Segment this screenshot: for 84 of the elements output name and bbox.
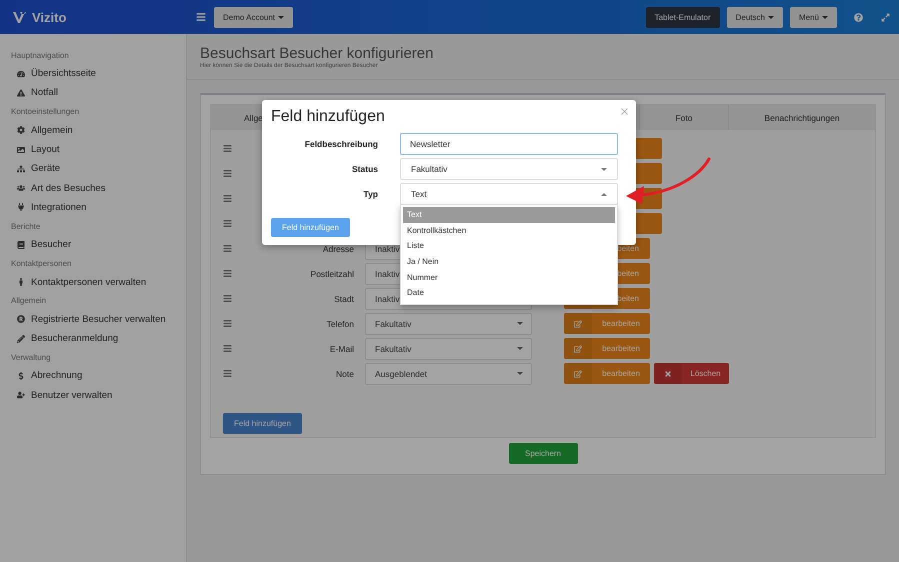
pencil-icon <box>17 334 25 343</box>
input-field[interactable]: Newsletter <box>400 133 618 155</box>
page-title: Besuchsart Besucher konfigurieren <box>200 45 434 62</box>
drag-handle-icon[interactable] <box>223 294 232 303</box>
warning-icon <box>17 88 25 97</box>
sidebar-item[interactable]: Besucheranmeldung <box>0 328 186 348</box>
drag-handle-icon[interactable] <box>223 269 232 278</box>
menu-icon[interactable] <box>196 12 206 22</box>
drag-handle-icon[interactable] <box>223 244 232 253</box>
registered-icon <box>17 315 25 324</box>
drag-handle-icon[interactable] <box>223 194 232 203</box>
users-icon <box>17 184 25 192</box>
settings-icon <box>17 126 25 134</box>
drag-handle-icon[interactable] <box>223 319 232 328</box>
logo-text: Vizito <box>32 10 66 24</box>
sidebar-item[interactable]: Abrechnung <box>0 366 186 386</box>
fullscreen-icon[interactable] <box>881 12 890 22</box>
sidebar-item[interactable]: Benutzer verwalten <box>0 386 186 405</box>
sidebar-heading: Kontoeinstellungen <box>10 106 80 118</box>
select-field[interactable]: Fakultativ <box>400 158 618 180</box>
image-icon <box>17 146 25 154</box>
caret-icon <box>278 16 284 18</box>
account-dropdown[interactable]: Demo Account <box>214 6 294 28</box>
delete-button[interactable]: Löschen <box>654 363 729 384</box>
status-select[interactable]: Ausgeblendet <box>365 362 532 384</box>
status-select[interactable]: Fakultativ <box>365 312 532 334</box>
status-select[interactable]: Fakultativ <box>365 338 532 360</box>
field-label: Telefon <box>326 318 354 328</box>
sidebar-heading: Verwaltung <box>10 352 52 364</box>
dollar-icon <box>17 372 25 380</box>
dropdown-option[interactable]: Liste <box>403 238 615 254</box>
caret-icon <box>768 16 774 18</box>
sitemap-icon <box>17 164 25 173</box>
field-label: Postleitzahl <box>310 268 354 278</box>
dropdown-option[interactable]: Date <box>403 284 615 301</box>
field-label: Adresse <box>322 244 354 254</box>
column-header[interactable]: Benachrichtigungen <box>728 105 875 130</box>
drag-handle-icon[interactable] <box>223 344 232 353</box>
column-header[interactable]: Foto <box>639 105 728 130</box>
sidebar-item[interactable]: Registrierte Besucher verwalten <box>0 310 186 329</box>
drag-handle-icon[interactable] <box>223 219 232 228</box>
logo-icon <box>12 10 27 24</box>
sidebar-heading: Hauptnavigation <box>10 50 70 62</box>
field-label: Note <box>335 368 354 378</box>
sidebar-item[interactable]: Integrationen <box>0 198 186 218</box>
form-label: Status <box>351 164 378 174</box>
book-icon <box>17 240 25 249</box>
field-label: E-Mail <box>328 344 354 354</box>
caret-icon <box>601 192 607 196</box>
drag-handle-icon[interactable] <box>223 369 232 378</box>
dropdown-option[interactable]: Ja / Nein <box>403 254 615 270</box>
emulator-button[interactable]: Tablet-Emulator <box>646 6 720 28</box>
sidebar-item[interactable]: Geräte <box>0 159 186 178</box>
sidebar-item[interactable]: Besucher <box>0 235 186 254</box>
person-icon <box>17 278 25 286</box>
field-label: Stadt <box>333 294 354 304</box>
plug-icon <box>17 203 25 212</box>
dialog-title: Feld hinzufügen <box>271 108 385 126</box>
dropdown-option[interactable]: Nummer <box>403 269 615 285</box>
form-label: Typ <box>362 189 378 199</box>
sidebar-item[interactable]: Art des Besuches <box>0 178 186 198</box>
sidebar-item[interactable]: Layout <box>0 140 186 160</box>
add-user-icon <box>17 391 25 400</box>
sidebar-heading: Kontaktpersonen <box>10 258 72 270</box>
form-label: Feldbeschreibung <box>304 139 378 149</box>
dropdown-option[interactable]: Kontrollkästchen <box>403 222 615 238</box>
dropdown-button[interactable]: Menü <box>790 6 837 28</box>
sidebar-heading: Allgemein <box>10 295 48 308</box>
close-icon[interactable] <box>619 106 630 117</box>
caret-icon <box>601 168 607 170</box>
help-icon[interactable] <box>854 12 863 22</box>
caret-icon <box>517 372 523 375</box>
drag-handle-icon[interactable] <box>223 144 232 153</box>
caret-icon <box>517 347 523 350</box>
sidebar-heading: Berichte <box>10 220 42 233</box>
caret-icon <box>822 16 828 18</box>
dropdown-button[interactable]: Deutsch <box>726 6 783 28</box>
drag-handle-icon[interactable] <box>223 169 232 178</box>
sidebar-item[interactable]: Allgemein <box>0 120 186 140</box>
sidebar-item[interactable]: Kontaktpersonen verwalten <box>0 272 186 292</box>
sidebar-item[interactable]: Übersichtsseite <box>0 64 186 84</box>
caret-icon <box>517 322 523 325</box>
gauge-icon <box>17 70 25 78</box>
sidebar-item[interactable]: Notfall <box>0 83 186 103</box>
